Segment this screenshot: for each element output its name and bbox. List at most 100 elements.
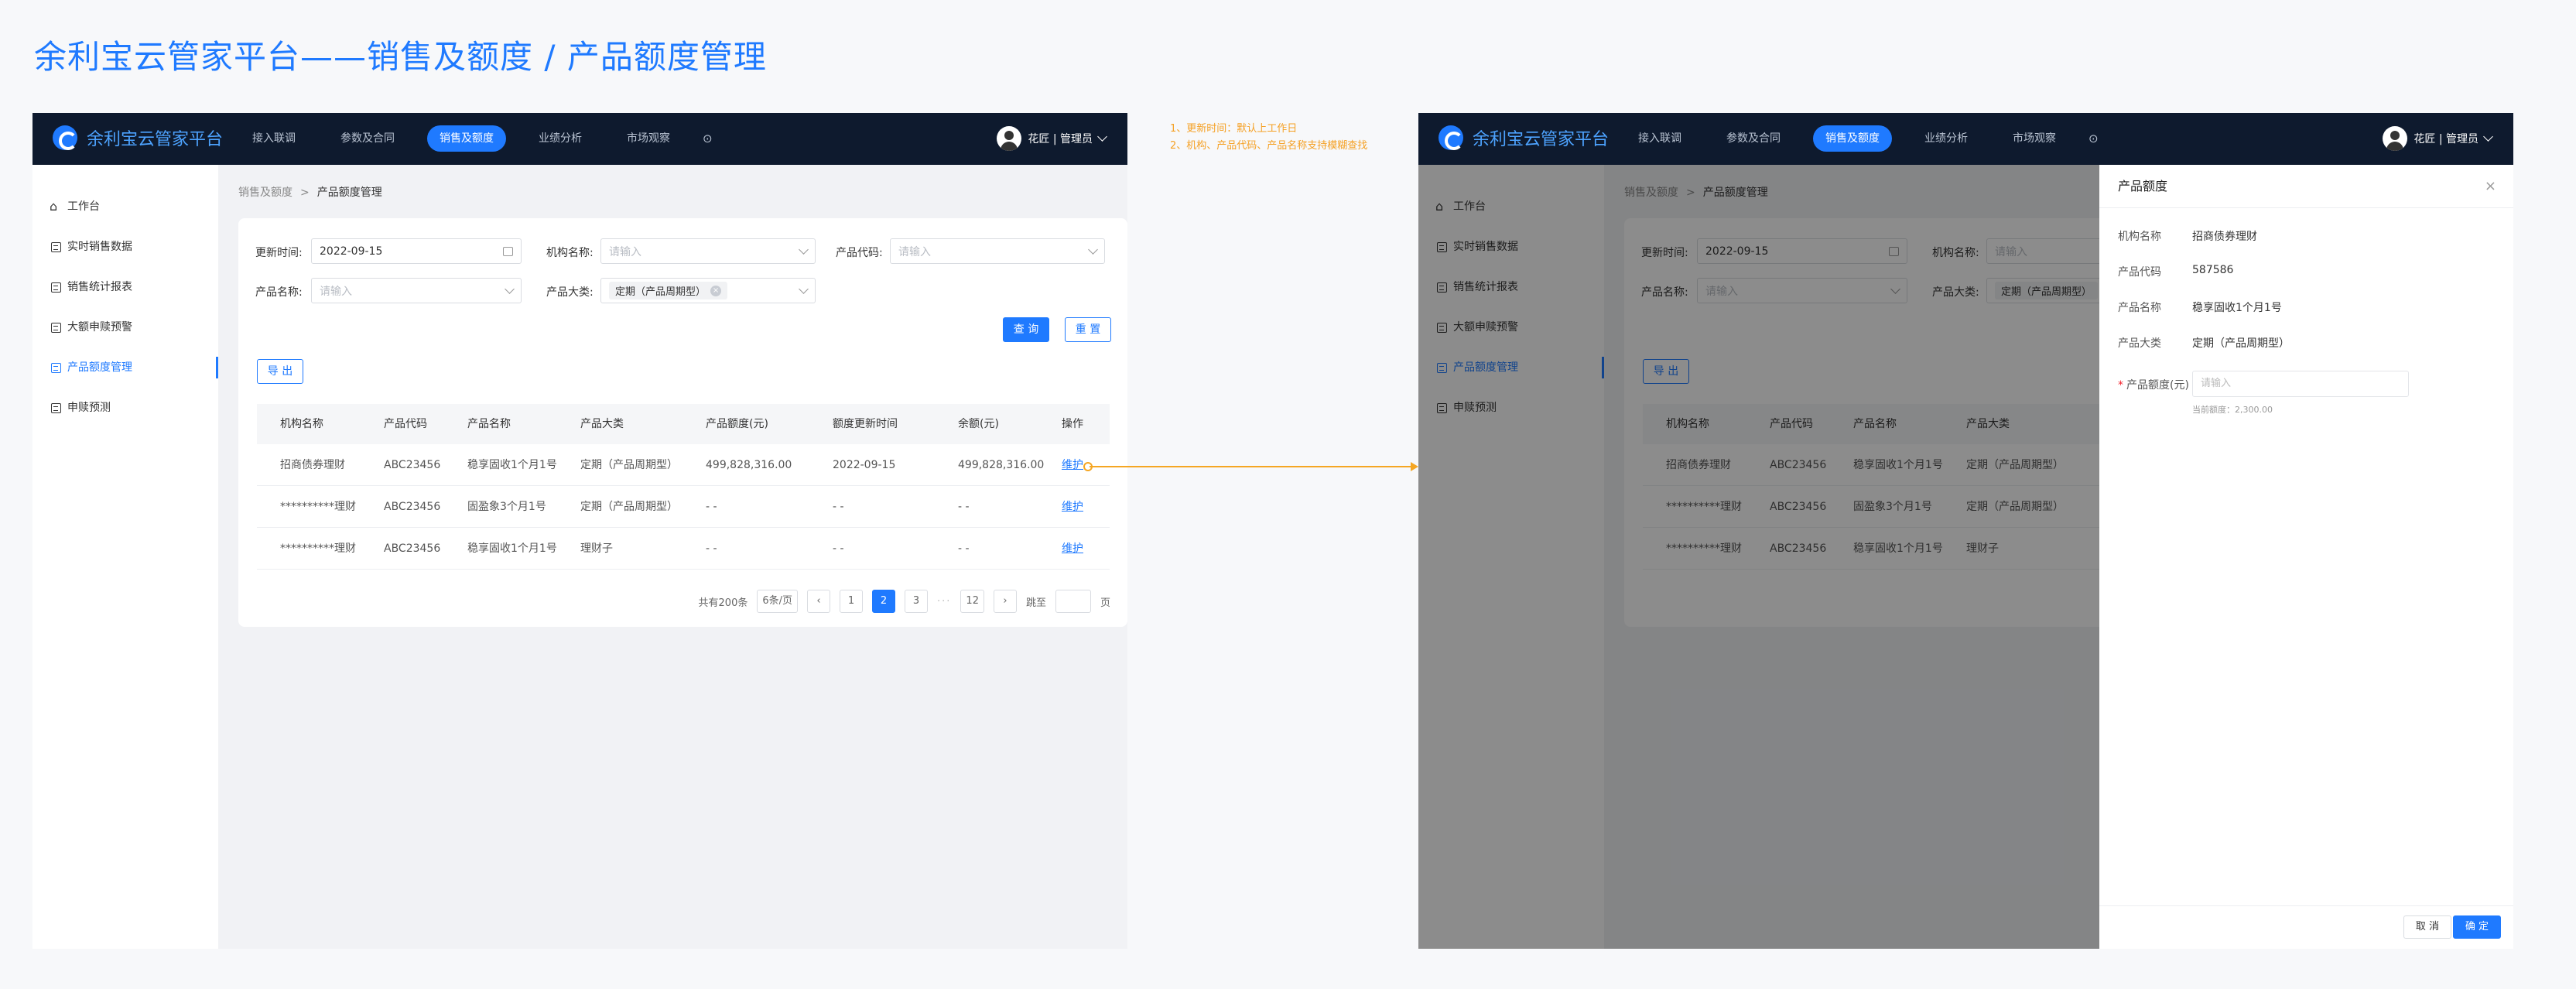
field-label: 产品名称 xyxy=(2118,302,2161,314)
cell-org: **********理财 xyxy=(280,501,356,513)
page-button-last[interactable]: 12 xyxy=(960,590,984,613)
page-size-select[interactable]: 6条/页 xyxy=(757,590,799,613)
cell-quota: - - xyxy=(706,542,717,555)
page-button-current[interactable]: 2 xyxy=(872,590,896,613)
nav-item-sales[interactable]: 销售及额度 xyxy=(427,125,506,152)
table-row: **********理财 ABC23456 固盈象3个月1号 定期（产品周期型）… xyxy=(257,486,1110,528)
field-value: 587586 xyxy=(2192,264,2234,276)
main-nav: 接入联调 参数及合同 销售及额度 业绩分析 市场观察 ⊙ xyxy=(1626,125,2099,152)
field-value: 招商债券理财 xyxy=(2192,231,2257,243)
sidebar-item-workbench[interactable]: 工作台 xyxy=(32,187,218,227)
field-label: 产品大类 xyxy=(2118,337,2161,350)
pagination-ellipsis[interactable]: ··· xyxy=(937,596,951,607)
header-quota: 产品额度(元) xyxy=(706,418,768,430)
cell-code: ABC23456 xyxy=(384,542,441,555)
update-time-picker[interactable]: 2022-09-15 xyxy=(311,238,522,264)
page-button[interactable]: 1 xyxy=(840,590,864,613)
name-placeholder: 请输入 xyxy=(320,285,352,298)
nav-item-performance[interactable]: 业绩分析 xyxy=(1912,125,1980,152)
table-row: **********理财 ABC23456 稳享固收1个月1号 理财子 - - … xyxy=(257,528,1110,570)
category-select[interactable]: 定期（产品周期型） × xyxy=(600,278,816,303)
connector-line xyxy=(1090,466,1412,467)
next-page-button[interactable]: › xyxy=(993,590,1017,613)
drawer-header: 产品额度 × xyxy=(2099,165,2513,208)
sidebar-item-large-redemption[interactable]: 大额申赎预警 xyxy=(32,307,218,347)
cell-update-time: 2022-09-15 xyxy=(833,459,896,471)
avatar xyxy=(997,126,1022,151)
code-label: 产品代码: xyxy=(836,247,883,259)
main-screen: 余利宝云管家平台 接入联调 参数及合同 销售及额度 业绩分析 市场观察 ⊙ 花匠… xyxy=(32,113,1127,949)
nav-item-market[interactable]: 市场观察 xyxy=(614,125,682,152)
field-label: 机构名称 xyxy=(2118,231,2161,243)
nav-item-sales[interactable]: 销售及额度 xyxy=(1813,125,1892,152)
cell-name: 固盈象3个月1号 xyxy=(467,501,546,513)
maintain-link[interactable]: 维护 xyxy=(1062,486,1083,528)
cell-category: 理财子 xyxy=(580,542,613,555)
page-button[interactable]: 3 xyxy=(905,590,929,613)
quota-input[interactable]: 请输入 xyxy=(2192,371,2409,397)
nav-item-market[interactable]: 市场观察 xyxy=(2000,125,2068,152)
quota-table: 机构名称 产品代码 产品名称 产品大类 产品额度(元) 额度更新时间 余额(元)… xyxy=(257,404,1110,570)
query-button[interactable]: 查 询 xyxy=(1003,317,1049,342)
org-select[interactable]: 请输入 xyxy=(600,238,816,264)
required-mark: * xyxy=(2118,379,2123,392)
calendar-icon xyxy=(503,246,513,256)
nav-item-performance[interactable]: 业绩分析 xyxy=(526,125,594,152)
update-time-label: 更新时间: xyxy=(255,247,303,259)
export-button[interactable]: 导 出 xyxy=(257,359,303,384)
goto-label: 跳至 xyxy=(1025,597,1046,609)
table-row: 招商债券理财 ABC23456 稳享固收1个月1号 定期（产品周期型） 499,… xyxy=(257,444,1110,486)
sidebar-item-label: 申赎预测 xyxy=(67,402,111,414)
header-org: 机构名称 xyxy=(280,418,323,430)
document-icon xyxy=(51,322,61,333)
org-label: 机构名称: xyxy=(546,247,594,259)
annotation-note-2: 2、机构、产品代码、产品名称支持模糊查找 xyxy=(1170,140,1368,152)
nav-item-contracts[interactable]: 参数及合同 xyxy=(328,125,407,152)
field-label: 产品额度(元) xyxy=(2126,379,2189,392)
nav-item-contracts[interactable]: 参数及合同 xyxy=(1714,125,1793,152)
header-name: 产品名称 xyxy=(467,418,511,430)
cancel-button[interactable]: 取 消 xyxy=(2403,915,2451,939)
header-action: 操作 xyxy=(1062,418,1083,430)
goto-page-input[interactable] xyxy=(1055,590,1091,613)
cell-code: ABC23456 xyxy=(384,459,441,471)
close-icon[interactable]: × xyxy=(2485,165,2496,208)
header-update-time: 额度更新时间 xyxy=(833,418,898,430)
document-icon xyxy=(51,241,61,252)
chevron-down-icon xyxy=(799,244,809,255)
sidebar-item-sales-report[interactable]: 销售统计报表 xyxy=(32,267,218,307)
sidebar-item-quota[interactable]: 产品额度管理 xyxy=(32,347,218,388)
sidebar-item-forecast[interactable]: 申赎预测 xyxy=(32,388,218,428)
maintain-link[interactable]: 维护 xyxy=(1062,444,1083,486)
user-menu[interactable]: 花匠 | 管理员 xyxy=(997,126,1107,151)
confirm-button[interactable]: 确 定 xyxy=(2453,915,2501,939)
current-quota-hint: 当前额度：2,300.00 xyxy=(2192,405,2273,415)
brand[interactable]: 余利宝云管家平台 xyxy=(53,125,223,150)
avatar xyxy=(2383,126,2408,151)
tag-close-icon[interactable]: × xyxy=(710,285,722,296)
header-code: 产品代码 xyxy=(384,418,427,430)
cell-code: ABC23456 xyxy=(384,501,441,513)
header-balance: 余额(元) xyxy=(958,418,999,430)
field-value: 定期（产品周期型） xyxy=(2192,337,2290,350)
brand-name: 余利宝云管家平台 xyxy=(87,130,224,149)
name-select[interactable]: 请输入 xyxy=(311,278,522,303)
reset-button[interactable]: 重 置 xyxy=(1065,317,1111,342)
breadcrumb-parent[interactable]: 销售及额度 xyxy=(238,187,292,199)
sidebar-item-realtime-sales[interactable]: 实时销售数据 xyxy=(32,227,218,267)
field-value: 稳享固收1个月1号 xyxy=(2192,302,2282,314)
nav-item-integration[interactable]: 接入联调 xyxy=(240,125,308,152)
code-select[interactable]: 请输入 xyxy=(890,238,1105,264)
prev-page-button[interactable]: ‹ xyxy=(807,590,831,613)
sidebar-item-label: 工作台 xyxy=(67,200,100,213)
sidebar-item-label: 销售统计报表 xyxy=(67,281,132,293)
clock-icon[interactable]: ⊙ xyxy=(703,125,713,152)
cell-balance: - - xyxy=(958,542,970,555)
maintain-link[interactable]: 维护 xyxy=(1062,528,1083,570)
name-label: 产品名称: xyxy=(255,286,303,299)
home-icon xyxy=(50,187,61,227)
brand[interactable]: 余利宝云管家平台 xyxy=(1439,125,1609,150)
clock-icon[interactable]: ⊙ xyxy=(2089,125,2099,152)
nav-item-integration[interactable]: 接入联调 xyxy=(1626,125,1694,152)
user-menu[interactable]: 花匠 | 管理员 xyxy=(2383,126,2493,151)
